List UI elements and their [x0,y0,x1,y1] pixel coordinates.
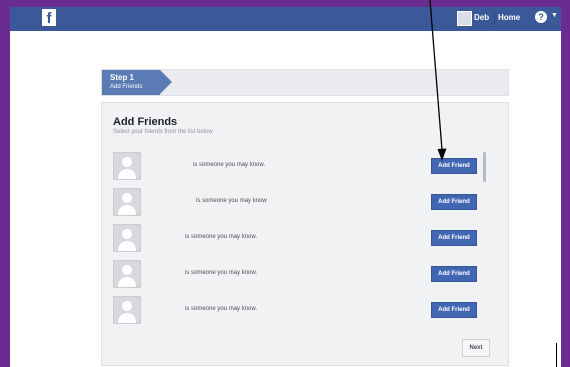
annotation-arrow [429,0,447,161]
